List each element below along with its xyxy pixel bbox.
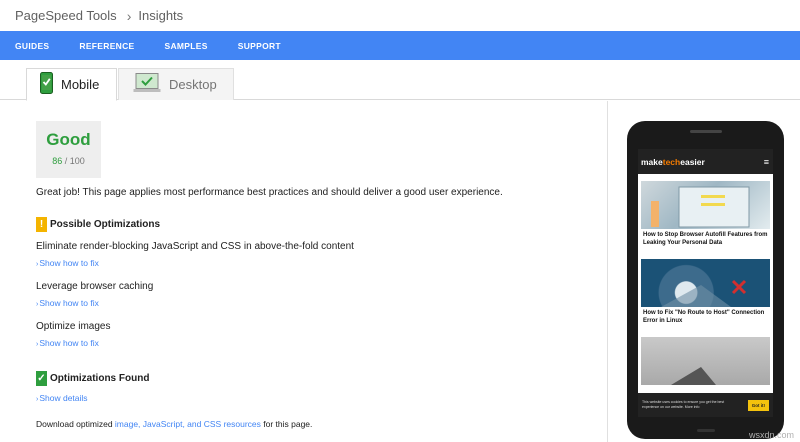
mobile-check-icon	[40, 72, 53, 97]
caret-right-icon: ›	[36, 301, 39, 308]
nav-samples[interactable]: SAMPLES	[165, 41, 208, 51]
desktop-check-icon	[133, 73, 161, 96]
rule-title: Optimize images	[36, 321, 111, 332]
nav-guides[interactable]: GUIDES	[15, 41, 49, 51]
nav-support[interactable]: SUPPORT	[238, 41, 281, 51]
rule-title: Eliminate render-blocking JavaScript and…	[36, 241, 354, 252]
watermark: wsxdn.com	[748, 430, 794, 440]
results-panel: Good 86 / 100 Great job! This page appli…	[0, 101, 608, 442]
article-title: How to Stop Browser Autofill Features fr…	[643, 232, 768, 246]
summary-text: Great job! This page applies most perfor…	[36, 187, 503, 198]
caret-right-icon: ›	[36, 341, 39, 348]
score-box: Good 86 / 100	[36, 121, 101, 178]
breadcrumb-separator-icon: ›	[126, 7, 132, 24]
top-nav: GUIDES REFERENCE SAMPLES SUPPORT	[0, 31, 800, 60]
caret-right-icon: ›	[36, 396, 39, 403]
phone-earpiece	[690, 130, 722, 133]
check-icon: ✓	[36, 371, 47, 386]
article-card	[641, 337, 770, 385]
site-header: maketecheasier ≡	[638, 149, 773, 174]
download-text: Download optimized image, JavaScript, an…	[36, 419, 313, 429]
menu-icon: ≡	[763, 156, 769, 167]
cookie-text: This website uses cookies to ensure you …	[642, 400, 725, 409]
breadcrumb: PageSpeed Tools › Insights	[0, 0, 800, 31]
tab-desktop-label: Desktop	[169, 77, 217, 92]
device-tabs: Mobile Desktop	[0, 60, 800, 101]
article-card: How to Stop Browser Autofill Features fr…	[641, 181, 770, 248]
cookie-banner: This website uses cookies to ensure you …	[638, 393, 773, 417]
cookie-accept-button[interactable]: Got it!	[747, 399, 769, 411]
site-logo: maketecheasier	[641, 156, 705, 167]
breadcrumb-current[interactable]: Insights	[138, 8, 183, 23]
nav-reference[interactable]: REFERENCE	[79, 41, 134, 51]
show-details-link[interactable]: ›Show details	[36, 393, 88, 403]
mobile-preview-pane: maketecheasier ≡ How to Stop Browser Aut…	[609, 101, 800, 442]
article-thumbnail	[641, 181, 770, 229]
show-how-to-fix-link[interactable]: ›Show how to fix	[36, 298, 99, 308]
possible-optimizations-heading: ! Possible Optimizations	[36, 217, 160, 232]
phone-screen: maketecheasier ≡ How to Stop Browser Aut…	[638, 149, 773, 417]
phone-home-button	[697, 429, 715, 432]
tab-mobile-label: Mobile	[61, 77, 100, 92]
warning-icon: !	[36, 217, 47, 232]
article-card: How to Fix "No Route to Host" Connection…	[641, 259, 770, 326]
tab-desktop[interactable]: Desktop	[118, 68, 234, 100]
caret-right-icon: ›	[36, 261, 39, 268]
article-thumbnail	[641, 259, 770, 307]
score-label: Good	[46, 130, 91, 149]
optimizations-found-heading: ✓ Optimizations Found	[36, 371, 150, 386]
tab-mobile[interactable]: Mobile	[26, 68, 117, 101]
phone-frame: maketecheasier ≡ How to Stop Browser Aut…	[627, 121, 784, 439]
show-how-to-fix-link[interactable]: ›Show how to fix	[36, 338, 99, 348]
download-resources-link[interactable]: image, JavaScript, and CSS resources	[115, 419, 261, 429]
breadcrumb-root[interactable]: PageSpeed Tools	[15, 8, 117, 23]
article-title: How to Fix "No Route to Host" Connection…	[643, 310, 765, 324]
rule-title: Leverage browser caching	[36, 281, 154, 292]
score-value: 86 / 100	[52, 156, 85, 166]
show-how-to-fix-link[interactable]: ›Show how to fix	[36, 258, 99, 268]
article-thumbnail	[641, 337, 770, 385]
